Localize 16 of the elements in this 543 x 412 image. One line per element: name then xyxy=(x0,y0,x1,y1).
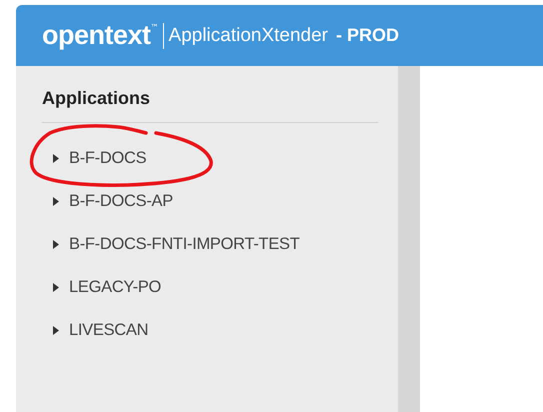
application-item[interactable]: B-F-DOCS xyxy=(69,149,146,168)
scrollbar-track[interactable] xyxy=(398,66,420,412)
logo-text: opentext xyxy=(42,20,151,51)
application-item[interactable]: B-F-DOCS-AP xyxy=(69,192,173,211)
application-item[interactable]: LEGACY-PO xyxy=(69,278,162,297)
product-name: ApplicationXtender xyxy=(168,24,328,46)
caret-icon xyxy=(53,326,59,335)
environment-label: - PROD xyxy=(336,25,400,46)
trademark-mark: ™ xyxy=(150,23,159,32)
application-item[interactable]: LIVESCAN xyxy=(69,321,148,340)
sidebar-title: Applications xyxy=(42,88,152,109)
caret-icon xyxy=(53,240,59,249)
application-item[interactable]: B-F-DOCS-FNTI-IMPORT-TEST xyxy=(69,235,300,254)
caret-icon xyxy=(53,197,59,206)
caret-icon xyxy=(53,283,59,292)
caret-icon xyxy=(53,154,59,163)
